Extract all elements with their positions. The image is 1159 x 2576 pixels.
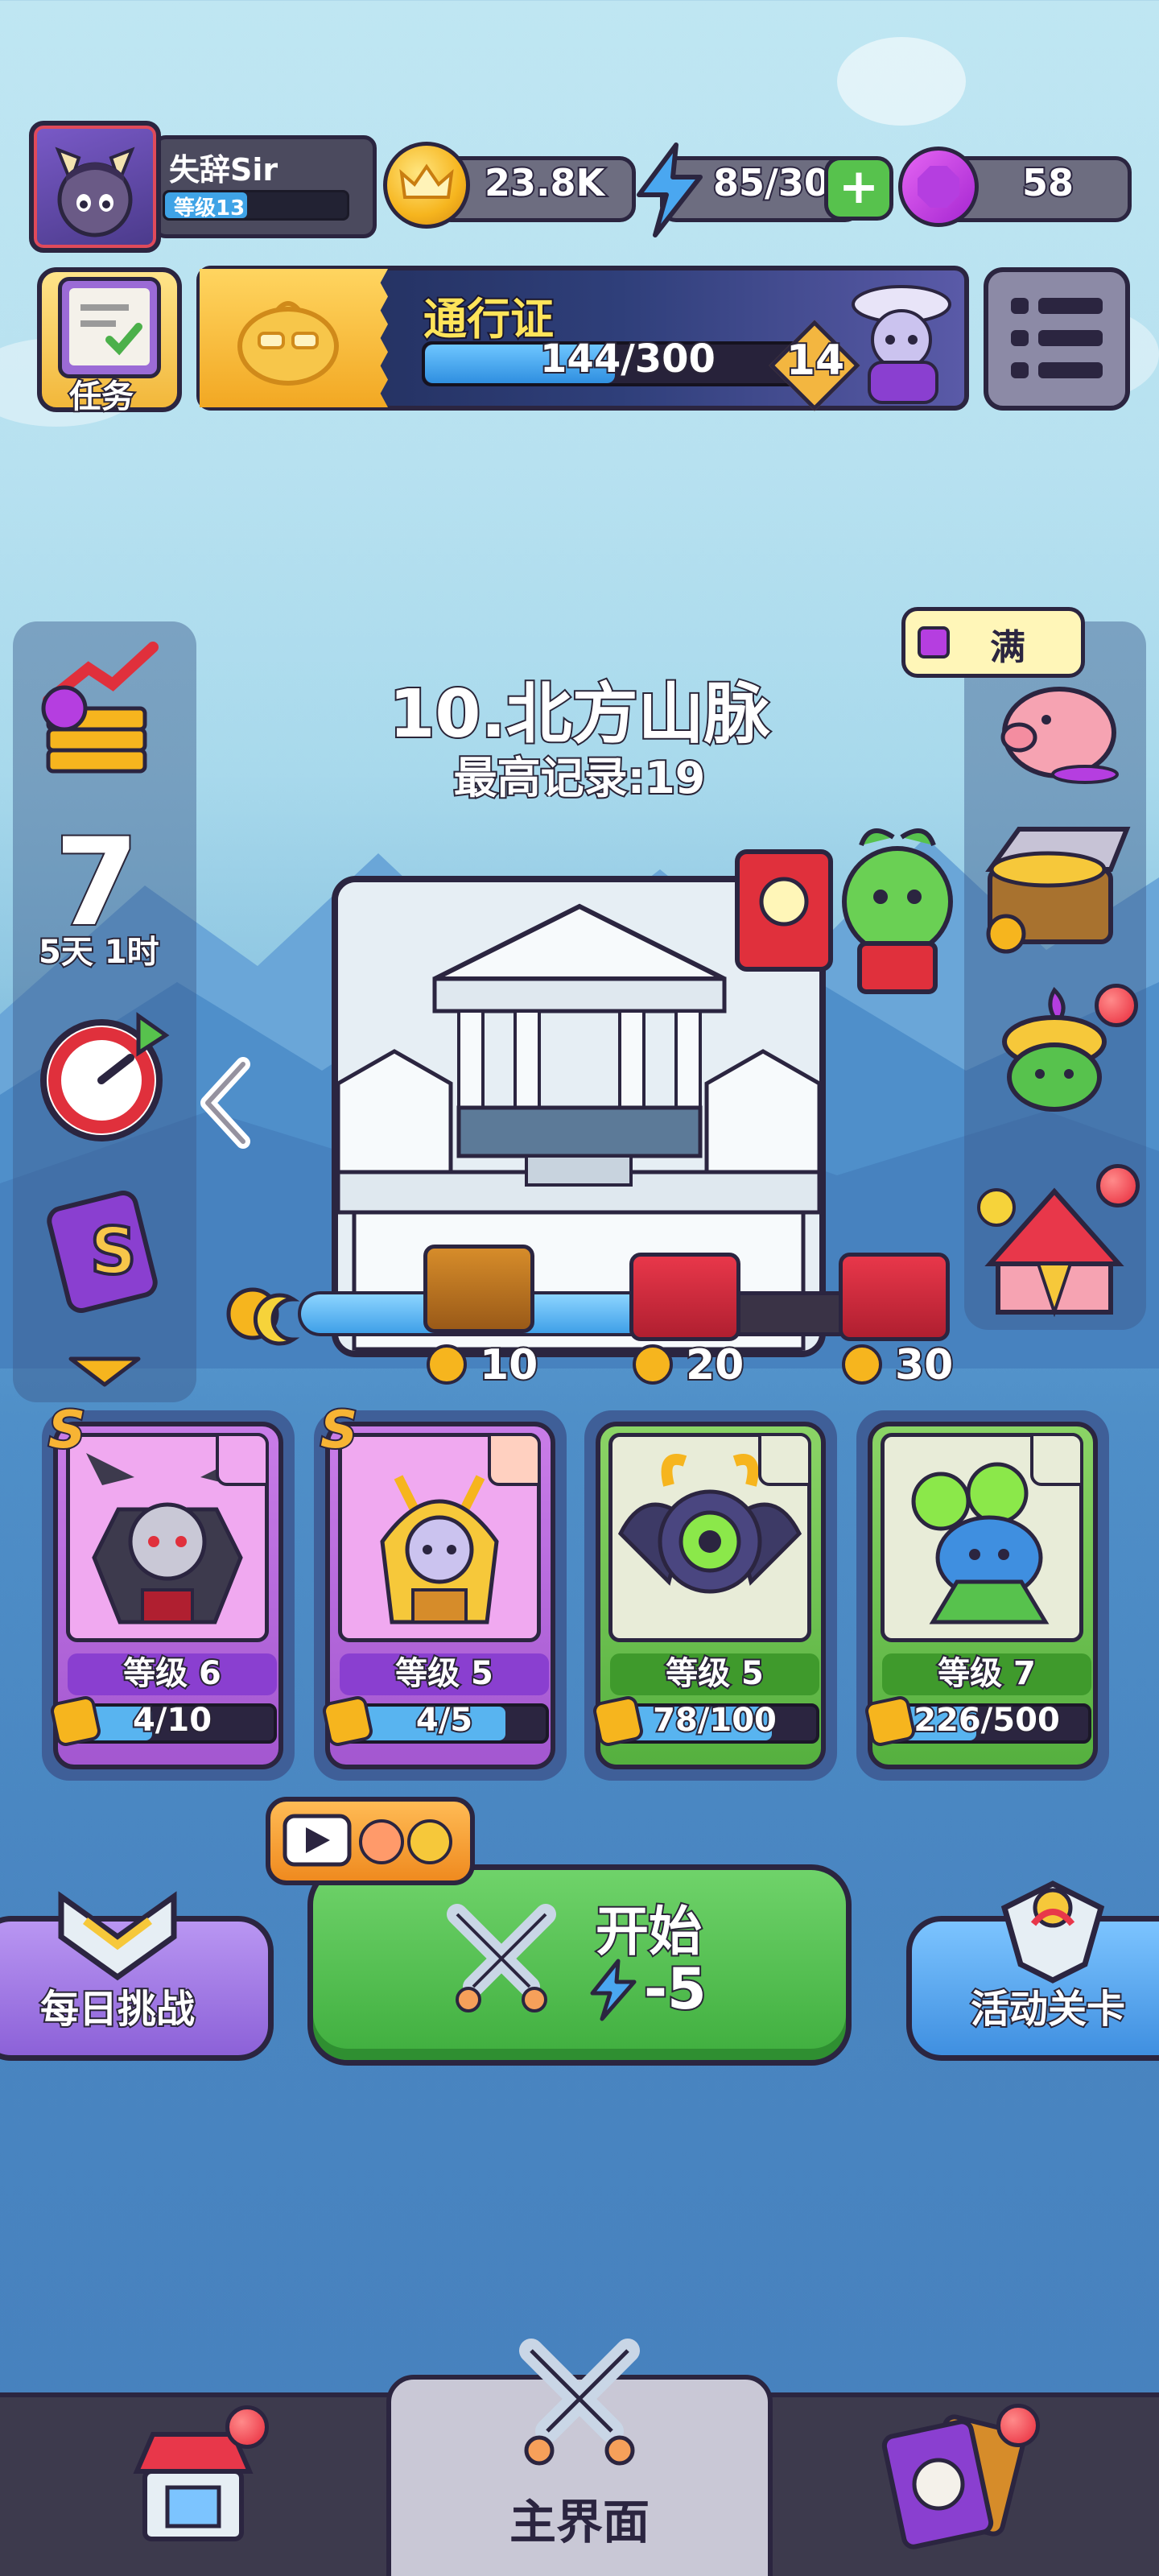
event-shield-icon (1000, 1880, 1105, 1984)
crossed-swords-icon (447, 1904, 556, 2013)
puzzle-piece-icon (863, 1694, 918, 1748)
hero-level: 等级 5 (610, 1653, 819, 1695)
moon-mini-icon (633, 1344, 673, 1385)
cloud (837, 37, 966, 126)
green-mascot-icon[interactable] (821, 813, 974, 998)
bat-element-icon (216, 1433, 269, 1486)
rarity-badge: S (319, 1399, 359, 1462)
pass-ticket-icon (200, 269, 388, 407)
shield-chevron-icon (58, 1891, 177, 1981)
reward-chest-20[interactable] (629, 1253, 740, 1341)
previous-stage-arrow-icon[interactable] (195, 1055, 259, 1151)
energy-cost-icon (590, 1959, 637, 2021)
video-camera-icon (283, 1814, 452, 1867)
player-level-label: 等级13 (174, 196, 245, 221)
start-label: 开始 (594, 1899, 703, 1964)
start-energy-cost: -5 (642, 1955, 708, 2024)
treasure-chest-icon[interactable] (974, 813, 1135, 958)
hero-level: 等级 6 (68, 1653, 277, 1695)
event-stage-label: 活动关卡 (969, 1985, 1127, 2033)
notification-dot (1096, 1164, 1140, 1208)
gems-value: 58 (1021, 159, 1075, 206)
menu-list-icon (1011, 298, 1103, 382)
puzzle-piece-icon (320, 1694, 375, 1748)
notification-dot (996, 2404, 1040, 2447)
player-name: 失辞Sir (169, 152, 278, 188)
seven-day-event[interactable]: 7 5天 1时 (32, 811, 169, 974)
piggy-full-label: 满 (990, 627, 1025, 668)
start-button[interactable] (307, 1864, 852, 2066)
main-swords-icon (519, 2339, 640, 2466)
reward-threshold: 30 (893, 1340, 955, 1391)
reward-threshold: 20 (684, 1340, 745, 1391)
growth-fund-icon[interactable] (32, 636, 169, 789)
stage-best-record: 最高记录:19 (452, 751, 707, 805)
daily-challenge-label: 每日挑战 (39, 1985, 196, 2033)
reward-chest-10[interactable] (423, 1245, 534, 1333)
moon-mini-icon (842, 1344, 882, 1385)
gem-facet (918, 166, 959, 208)
water-element-icon (1030, 1433, 1083, 1486)
event-timer: 5天 1时 (37, 932, 161, 972)
clipboard-paper (69, 288, 150, 365)
badge-gem-icon (918, 626, 950, 658)
notification-dot (1095, 984, 1138, 1027)
hero-level: 等级 7 (882, 1653, 1091, 1695)
puzzle-piece-icon (591, 1694, 645, 1748)
add-energy-button[interactable]: + (824, 156, 893, 221)
puzzle-piece-icon (48, 1694, 103, 1748)
svg-text:S: S (90, 1214, 137, 1289)
avatar[interactable] (29, 121, 161, 253)
nav-main-label: 主界面 (509, 2495, 650, 2549)
lightning-icon (637, 142, 703, 237)
expand-down-icon[interactable] (64, 1352, 145, 1393)
hero-level: 等级 5 (340, 1653, 549, 1695)
piggy-bank-icon[interactable] (982, 668, 1127, 789)
fire-element-icon (758, 1433, 811, 1486)
s-card-icon[interactable]: S (40, 1183, 177, 1320)
speed-timer-icon[interactable] (35, 1006, 172, 1143)
moon-mini-icon (427, 1344, 467, 1385)
task-label: 任务 (68, 377, 135, 417)
fire-element-icon (488, 1433, 541, 1486)
reward-chest-30[interactable] (839, 1253, 950, 1341)
crown-coin-icon (383, 142, 470, 229)
coins-value: 23.8K (483, 159, 606, 206)
rarity-badge: S (47, 1399, 87, 1462)
pass-progress-text: 144/300 (538, 335, 717, 383)
reward-threshold: 10 (478, 1340, 539, 1391)
pass-character-icon (852, 285, 951, 404)
notification-dot (225, 2405, 269, 2449)
avatar-portrait-icon (55, 147, 135, 237)
energy-value: 85/30 (711, 159, 831, 206)
